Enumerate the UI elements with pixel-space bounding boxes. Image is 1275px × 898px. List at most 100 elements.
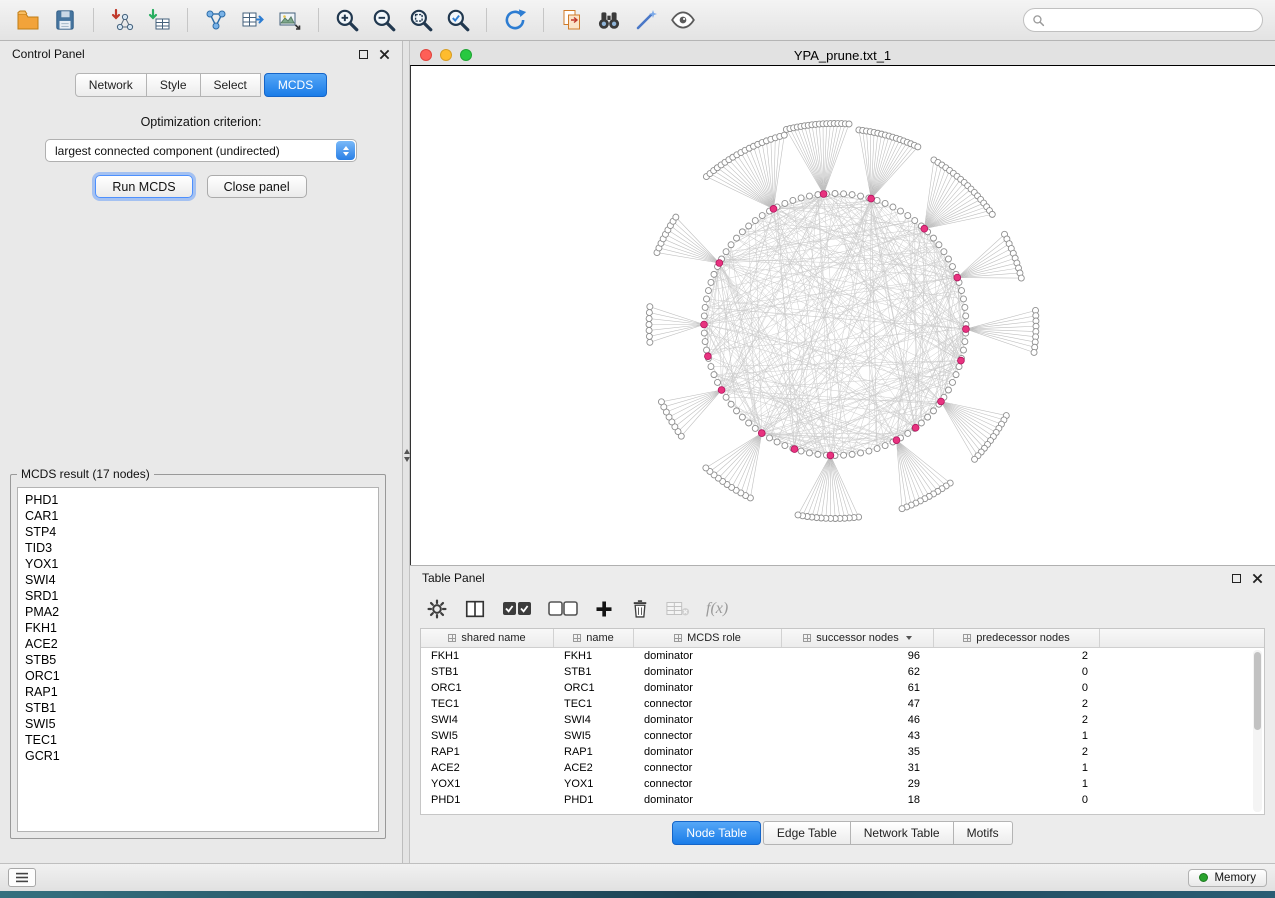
column-header-name[interactable]: name <box>554 629 634 647</box>
float-panel-icon[interactable] <box>359 50 368 59</box>
network-canvas[interactable] <box>410 65 1275 565</box>
table-cell[interactable]: 18 <box>782 794 934 806</box>
node-table[interactable]: shared namenameMCDS rolesuccessor nodesp… <box>420 628 1265 815</box>
table-cell[interactable]: ORC1 <box>421 682 554 694</box>
table-row[interactable]: PHD1PHD1dominator180 <box>421 792 1264 808</box>
table-cell[interactable]: STB1 <box>554 666 634 678</box>
mcds-node-item[interactable]: SWI4 <box>25 572 371 588</box>
mcds-node-item[interactable]: SRD1 <box>25 588 371 604</box>
refresh-icon[interactable] <box>499 6 531 34</box>
table-cell[interactable]: TEC1 <box>421 698 554 710</box>
table-row[interactable]: SWI5SWI5connector431 <box>421 728 1264 744</box>
mcds-node-item[interactable]: RAP1 <box>25 684 371 700</box>
table-cell[interactable]: dominator <box>634 746 782 758</box>
mcds-node-item[interactable]: ACE2 <box>25 636 371 652</box>
zoom-out-icon[interactable] <box>368 6 400 34</box>
table-cell[interactable]: 46 <box>782 714 934 726</box>
table-settings-gear-icon[interactable] <box>426 598 448 620</box>
tab-motifs[interactable]: Motifs <box>954 821 1013 845</box>
table-row[interactable]: SWI4SWI4dominator462 <box>421 712 1264 728</box>
table-cell[interactable]: connector <box>634 778 782 790</box>
column-header-successor-nodes[interactable]: successor nodes <box>782 629 934 647</box>
table-cell[interactable]: ACE2 <box>554 762 634 774</box>
tab-style[interactable]: Style <box>147 73 201 97</box>
mcds-node-item[interactable]: PHD1 <box>25 492 371 508</box>
table-cell[interactable]: ACE2 <box>421 762 554 774</box>
table-row[interactable]: ORC1ORC1dominator610 <box>421 680 1264 696</box>
table-row[interactable]: ACE2ACE2connector311 <box>421 760 1264 776</box>
table-cell[interactable]: TEC1 <box>554 698 634 710</box>
table-row[interactable]: RAP1RAP1dominator352 <box>421 744 1264 760</box>
status-menu-button[interactable] <box>8 868 36 887</box>
table-cell[interactable]: RAP1 <box>421 746 554 758</box>
mcds-node-item[interactable]: TEC1 <box>25 732 371 748</box>
table-scrollbar[interactable] <box>1253 650 1262 812</box>
table-cell[interactable]: connector <box>634 762 782 774</box>
table-cell[interactable]: YOX1 <box>554 778 634 790</box>
close-table-panel-icon[interactable] <box>1252 573 1263 584</box>
table-cell[interactable]: dominator <box>634 650 782 662</box>
table-cell[interactable]: 1 <box>934 762 1100 774</box>
panel-splitter[interactable] <box>403 41 410 863</box>
table-row[interactable]: FKH1FKH1dominator962 <box>421 648 1264 664</box>
run-mcds-button[interactable]: Run MCDS <box>95 175 192 198</box>
mcds-node-item[interactable]: STB1 <box>25 700 371 716</box>
copy-document-icon[interactable] <box>556 6 588 34</box>
tab-network-table[interactable]: Network Table <box>851 821 954 845</box>
table-cell[interactable]: 96 <box>782 650 934 662</box>
mcds-node-item[interactable]: PMA2 <box>25 604 371 620</box>
table-cell[interactable]: RAP1 <box>554 746 634 758</box>
select-all-icon[interactable] <box>502 599 532 619</box>
tab-mcds[interactable]: MCDS <box>264 73 327 97</box>
table-cell[interactable]: 47 <box>782 698 934 710</box>
table-cell[interactable]: 62 <box>782 666 934 678</box>
tab-select[interactable]: Select <box>201 73 261 97</box>
mcds-node-item[interactable]: TID3 <box>25 540 371 556</box>
close-panel-icon[interactable] <box>379 49 390 60</box>
table-cell[interactable]: 61 <box>782 682 934 694</box>
table-cell[interactable]: 0 <box>934 682 1100 694</box>
table-cell[interactable]: 35 <box>782 746 934 758</box>
mcds-node-item[interactable]: FKH1 <box>25 620 371 636</box>
table-cell[interactable]: 0 <box>934 666 1100 678</box>
mcds-node-item[interactable]: STP4 <box>25 524 371 540</box>
table-cell[interactable]: 2 <box>934 650 1100 662</box>
network-graph[interactable] <box>411 66 1275 565</box>
table-cell[interactable]: 0 <box>934 794 1100 806</box>
table-cell[interactable]: SWI5 <box>421 730 554 742</box>
network-titlebar[interactable]: YPA_prune.txt_1 <box>410 45 1275 65</box>
table-cell[interactable]: STB1 <box>421 666 554 678</box>
mcds-node-item[interactable]: ORC1 <box>25 668 371 684</box>
mcds-result-list[interactable]: PHD1CAR1STP4TID3YOX1SWI4SRD1PMA2FKH1ACE2… <box>17 487 379 832</box>
tab-edge-table[interactable]: Edge Table <box>763 821 851 845</box>
table-cell[interactable]: dominator <box>634 666 782 678</box>
table-cell[interactable]: 43 <box>782 730 934 742</box>
table-cell[interactable]: YOX1 <box>421 778 554 790</box>
table-row[interactable]: STB1STB1dominator620 <box>421 664 1264 680</box>
table-cell[interactable]: connector <box>634 698 782 710</box>
float-table-panel-icon[interactable] <box>1232 574 1241 583</box>
mcds-node-item[interactable]: SWI5 <box>25 716 371 732</box>
show-columns-icon[interactable] <box>464 598 486 620</box>
table-cell[interactable]: 2 <box>934 714 1100 726</box>
table-cell[interactable]: SWI5 <box>554 730 634 742</box>
deselect-all-icon[interactable] <box>548 599 578 619</box>
table-cell[interactable]: 2 <box>934 698 1100 710</box>
import-table-icon[interactable] <box>143 6 175 34</box>
table-cell[interactable]: 1 <box>934 778 1100 790</box>
zoom-fit-icon[interactable] <box>405 6 437 34</box>
search-input[interactable] <box>1051 13 1254 27</box>
table-row[interactable]: YOX1YOX1connector291 <box>421 776 1264 792</box>
table-cell[interactable]: 31 <box>782 762 934 774</box>
table-cell[interactable]: 2 <box>934 746 1100 758</box>
close-panel-button[interactable]: Close panel <box>207 175 307 198</box>
table-cell[interactable]: FKH1 <box>421 650 554 662</box>
table-cell[interactable]: 1 <box>934 730 1100 742</box>
style-wand-icon[interactable] <box>630 6 662 34</box>
table-cell[interactable]: PHD1 <box>554 794 634 806</box>
table-scrollbar-thumb[interactable] <box>1254 652 1261 730</box>
import-network-icon[interactable] <box>106 6 138 34</box>
splitter-collapse-icons[interactable] <box>403 449 410 462</box>
mcds-node-item[interactable]: CAR1 <box>25 508 371 524</box>
binoculars-icon[interactable] <box>593 6 625 34</box>
